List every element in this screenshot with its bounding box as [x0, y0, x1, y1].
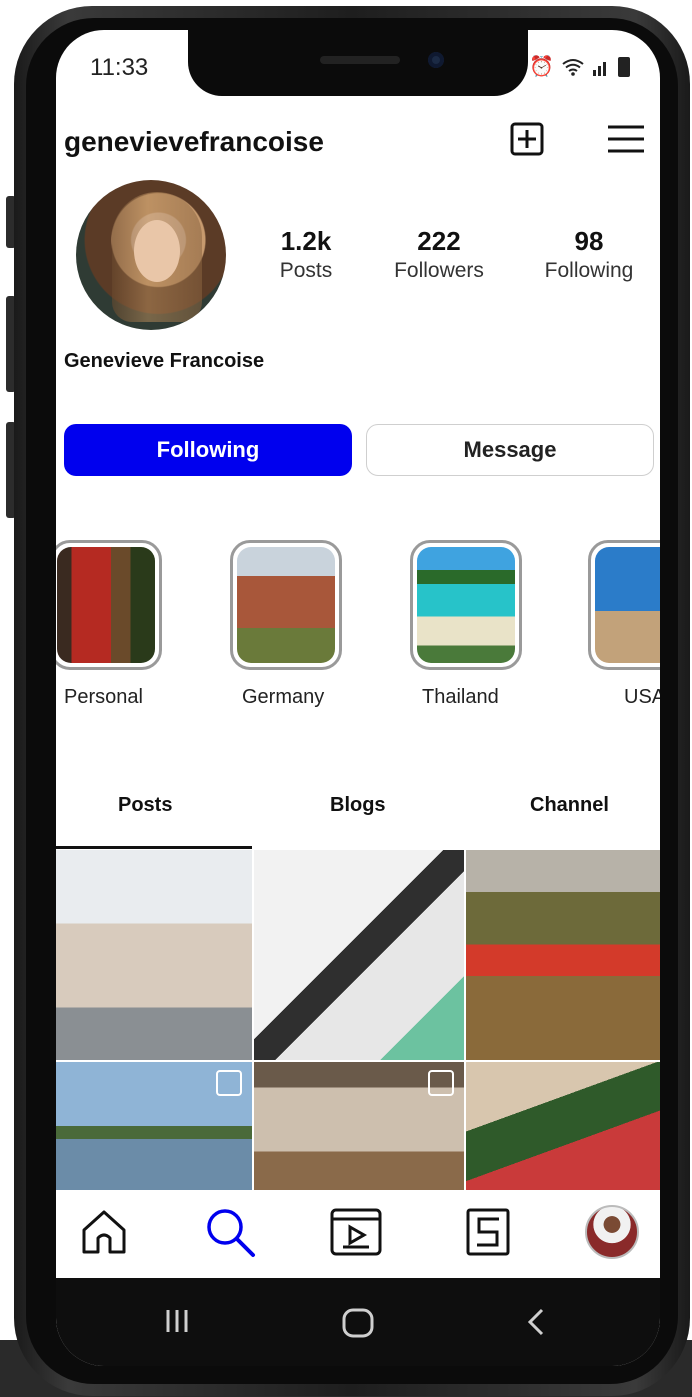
- add-post-icon[interactable]: [510, 122, 544, 156]
- posts-stat[interactable]: 1.2k Posts: [272, 226, 340, 283]
- status-icons: ⏰: [529, 54, 630, 79]
- home-button-icon[interactable]: [342, 1308, 374, 1338]
- bottom-nav: [56, 1190, 660, 1278]
- profile-full-name: Genevieve Francoise: [64, 350, 265, 372]
- camera: [428, 52, 444, 68]
- highlight-thailand[interactable]: [410, 540, 522, 670]
- video-icon[interactable]: [328, 1204, 384, 1260]
- highlight-label: USA: [624, 686, 660, 708]
- active-tab-indicator: [56, 846, 252, 849]
- notch: [188, 30, 528, 96]
- tab-posts[interactable]: Posts: [118, 794, 172, 817]
- highlight-personal[interactable]: [56, 540, 162, 670]
- highlight-label: Germany: [242, 686, 325, 708]
- highlight-image: [57, 547, 155, 663]
- message-button[interactable]: Message: [366, 424, 654, 476]
- app-screen: 11:33 ⏰ genevievefrancoise 1.2k Posts 22…: [56, 30, 660, 1366]
- back-icon[interactable]: [526, 1308, 546, 1336]
- highlight-image: [237, 547, 335, 663]
- reel-thumbnail[interactable]: [254, 1062, 464, 1190]
- following-stat[interactable]: 98 Following: [536, 226, 642, 283]
- avatar-face: [134, 220, 180, 282]
- avatar: [585, 1205, 639, 1259]
- followers-stat[interactable]: 222 Followers: [386, 226, 492, 283]
- reel-thumbnail[interactable]: [56, 1062, 252, 1190]
- profile-avatar[interactable]: [584, 1204, 640, 1260]
- menu-icon[interactable]: [606, 124, 646, 154]
- highlight-label: Personal: [64, 686, 143, 708]
- highlight-label: Thailand: [422, 686, 499, 708]
- following-label: Following: [544, 259, 634, 282]
- highlight-germany[interactable]: [230, 540, 342, 670]
- tab-blogs[interactable]: Blogs: [330, 794, 386, 817]
- post-thumbnail[interactable]: [56, 850, 252, 1060]
- highlight-usa[interactable]: [588, 540, 660, 670]
- home-icon[interactable]: [76, 1204, 132, 1260]
- blog-icon[interactable]: [460, 1204, 516, 1260]
- followers-count: 222: [417, 226, 461, 256]
- recent-apps-icon[interactable]: [164, 1308, 190, 1334]
- system-navigation-bar: [56, 1278, 660, 1366]
- speaker: [320, 56, 400, 64]
- search-icon[interactable]: [202, 1204, 258, 1260]
- posts-label: Posts: [279, 259, 333, 282]
- tab-channel[interactable]: Channel: [530, 794, 609, 817]
- highlight-image: [417, 547, 515, 663]
- highlight-image: [595, 547, 660, 663]
- battery-icon: [618, 56, 630, 77]
- followers-label: Followers: [394, 259, 484, 282]
- status-time: 11:33: [90, 54, 149, 81]
- post-thumbnail[interactable]: [466, 1062, 660, 1190]
- profile-username: genevievefrancoise: [64, 126, 324, 157]
- post-thumbnail[interactable]: [466, 850, 660, 1060]
- posts-count: 1.2k: [280, 226, 332, 256]
- post-thumbnail[interactable]: [254, 850, 464, 1060]
- phone-mockup: 11:33 ⏰ genevievefrancoise 1.2k Posts 22…: [0, 0, 692, 1397]
- reel-icon: [216, 1070, 242, 1096]
- following-count: 98: [574, 226, 604, 256]
- profile-avatar[interactable]: [76, 180, 226, 330]
- reel-icon: [428, 1070, 454, 1096]
- alarm-icon: ⏰: [529, 56, 554, 78]
- wifi-icon: [562, 58, 584, 76]
- following-button[interactable]: Following: [64, 424, 352, 476]
- signal-icon: [593, 61, 606, 76]
